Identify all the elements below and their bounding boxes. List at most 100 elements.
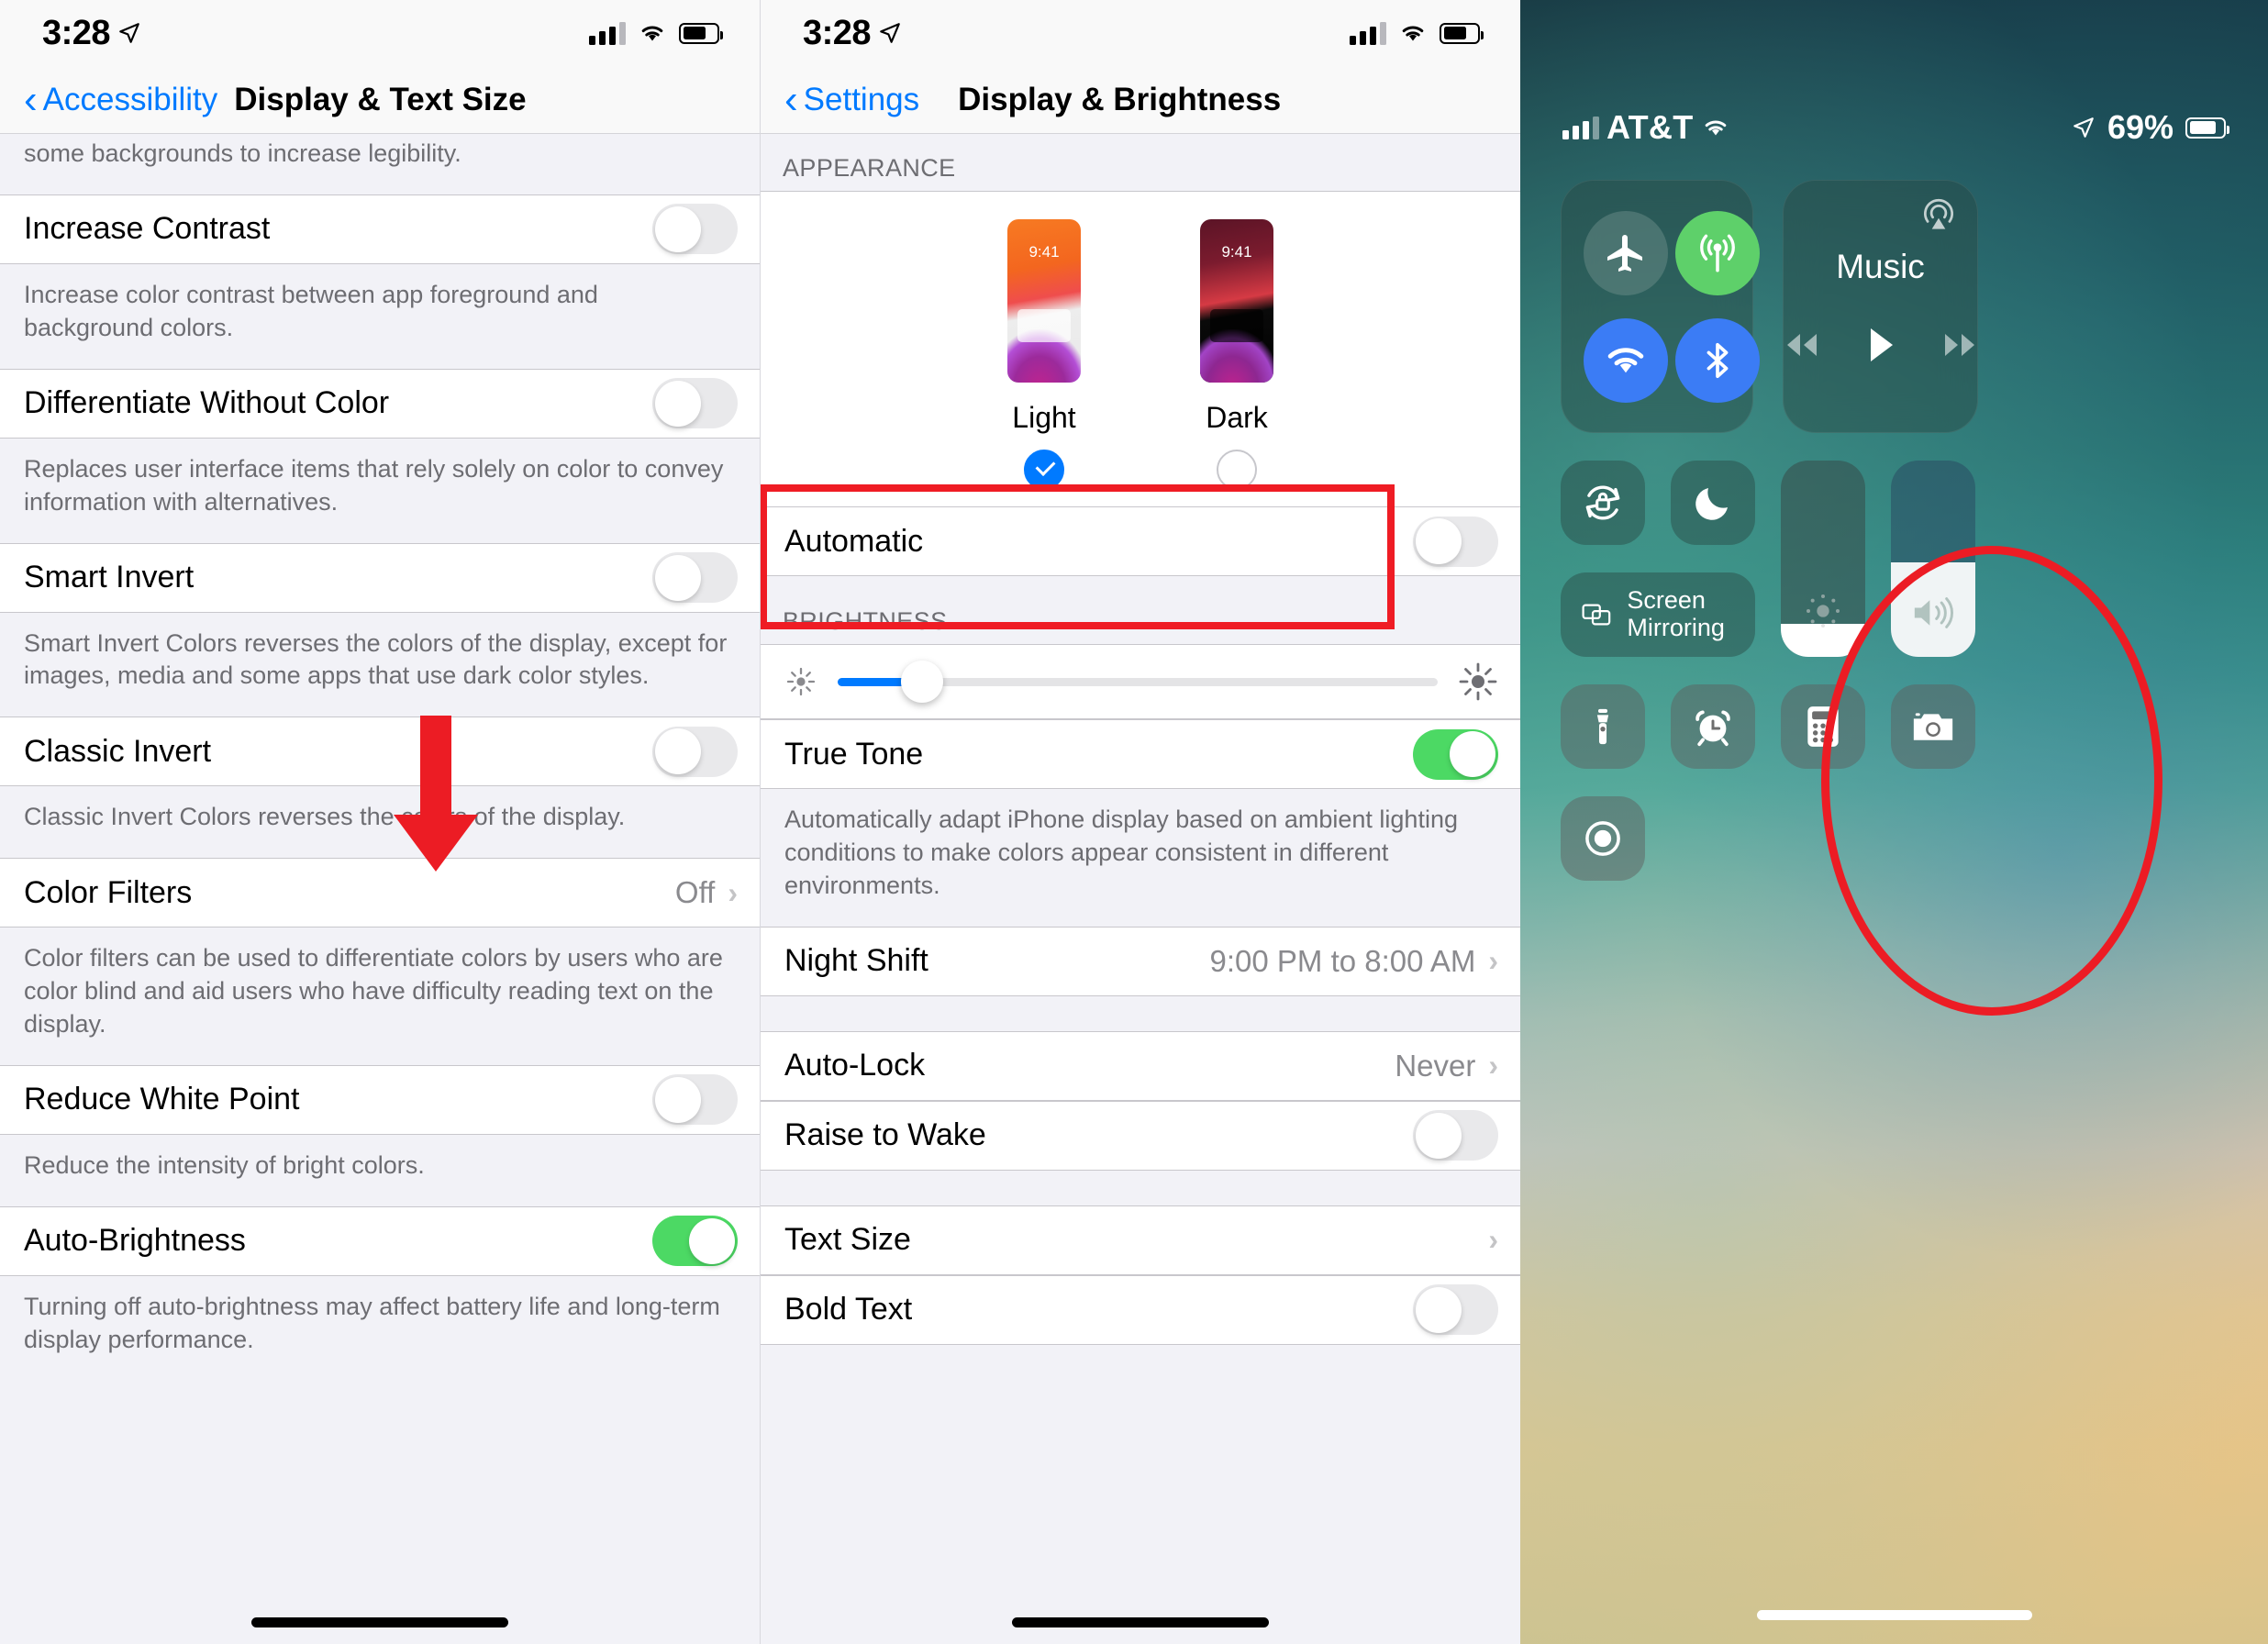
battery-icon: [679, 22, 723, 44]
auto-brightness-toggle[interactable]: [652, 1216, 738, 1267]
camera-button[interactable]: [1891, 684, 1975, 769]
display-brightness-screen: 3:28 ‹ Settings Display & Brightness APP…: [760, 0, 1520, 1644]
flashlight-button[interactable]: [1561, 684, 1645, 769]
row-text-size[interactable]: Text Size ›: [761, 1205, 1520, 1275]
back-label: Accessibility: [42, 81, 218, 117]
status-bar-mid: 3:28: [761, 0, 1520, 66]
screen-mirroring-button[interactable]: Screen Mirroring: [1561, 572, 1755, 657]
rotation-lock-button[interactable]: [1561, 461, 1645, 545]
row-raise-to-wake[interactable]: Raise to Wake: [761, 1100, 1520, 1171]
rewind-icon[interactable]: [1778, 329, 1826, 361]
reduce-white-point-toggle[interactable]: [652, 1074, 738, 1126]
row-color-filters[interactable]: Color Filters Off ›: [0, 858, 760, 928]
bold-text-toggle[interactable]: [1413, 1284, 1498, 1336]
row-smart-invert[interactable]: Smart Invert: [0, 542, 760, 613]
row-label: Auto-Brightness: [24, 1223, 246, 1259]
dark-wallpaper-preview: 9:41: [1200, 219, 1273, 383]
fast-forward-icon[interactable]: [1936, 329, 1984, 361]
row-label: True Tone: [784, 736, 924, 772]
wifi-icon: [1705, 120, 1726, 136]
wifi-icon: [1607, 347, 1644, 372]
volume-slider[interactable]: [1891, 461, 1975, 657]
increase-contrast-toggle[interactable]: [652, 204, 738, 255]
brightness-section-header: BRIGHTNESS: [783, 607, 948, 635]
appearance-options: 9:41 Light 9:41 Dark: [761, 191, 1520, 506]
brightness-slider[interactable]: [1781, 461, 1865, 657]
cellular-data-icon: [1700, 234, 1735, 272]
connectivity-module: [1561, 180, 1760, 433]
row-bold-text[interactable]: Bold Text: [761, 1274, 1520, 1345]
brightness-high-icon: [1459, 662, 1497, 701]
do-not-disturb-button[interactable]: [1671, 461, 1755, 545]
record-icon: [1585, 821, 1620, 856]
row-label: Reduce White Point: [24, 1082, 300, 1117]
appearance-option-light[interactable]: 9:41 Light: [1007, 219, 1081, 490]
home-indicator: [1012, 1617, 1269, 1627]
footnote-smart-invert: Smart Invert Colors reverses the colors …: [24, 628, 728, 690]
brightness-low-icon: [786, 667, 816, 696]
screen-record-button[interactable]: [1561, 796, 1645, 881]
differentiate-without-color-toggle[interactable]: [652, 378, 738, 429]
footnote-auto-brightness: Turning off auto-brightness may affect b…: [24, 1292, 720, 1353]
row-classic-invert[interactable]: Classic Invert: [0, 716, 760, 787]
row-night-shift[interactable]: Night Shift 9:00 PM to 8:00 AM ›: [761, 926, 1520, 996]
light-radio[interactable]: [1024, 450, 1064, 490]
row-label: Auto-Lock: [784, 1048, 926, 1083]
row-auto-lock[interactable]: Auto-Lock Never ›: [761, 1030, 1520, 1101]
dark-radio[interactable]: [1217, 450, 1257, 490]
alarm-clock-icon: [1695, 710, 1730, 747]
automatic-appearance-toggle[interactable]: [1413, 516, 1498, 567]
true-tone-toggle[interactable]: [1413, 728, 1498, 780]
footnote-increase-contrast: Increase color contrast between app fore…: [24, 280, 598, 341]
airplane-icon: [1607, 234, 1642, 272]
status-bar-control-center: AT&T 69%: [1520, 108, 2268, 147]
section-gap-2: [761, 1171, 1520, 1205]
appearance-option-dark[interactable]: 9:41 Dark: [1200, 219, 1273, 490]
back-to-settings-button[interactable]: ‹ Settings: [784, 76, 919, 122]
row-differentiate-without-color[interactable]: Differentiate Without Color: [0, 368, 760, 439]
smart-invert-toggle[interactable]: [652, 552, 738, 604]
brightness-track[interactable]: [838, 661, 1438, 703]
screen-mirroring-label: Screen Mirroring: [1627, 586, 1725, 641]
wifi-icon: [641, 26, 663, 41]
airplay-audio-icon[interactable]: [1918, 195, 1959, 236]
moon-icon: [1695, 488, 1728, 520]
settings-list-mid[interactable]: APPEARANCE 9:41 Light 9:41 Dark Automati…: [761, 134, 1520, 1644]
timer-button[interactable]: [1671, 684, 1755, 769]
music-module[interactable]: Music: [1783, 180, 1978, 433]
classic-invert-toggle[interactable]: [652, 726, 738, 777]
row-label: Differentiate Without Color: [24, 385, 390, 421]
carrier-name: AT&T: [1606, 108, 1694, 146]
airplane-mode-button[interactable]: [1584, 210, 1668, 295]
home-indicator: [251, 1617, 508, 1627]
back-to-accessibility-button[interactable]: ‹ Accessibility: [24, 79, 218, 120]
bluetooth-button[interactable]: [1675, 317, 1760, 403]
light-wallpaper-preview: 9:41: [1007, 219, 1081, 383]
cellular-data-button[interactable]: [1675, 210, 1760, 295]
row-automatic[interactable]: Automatic: [761, 506, 1520, 576]
row-true-tone[interactable]: True Tone: [761, 719, 1520, 789]
chevron-left-icon: ‹: [784, 76, 798, 122]
brightness-thumb[interactable]: [900, 661, 943, 703]
wifi-button[interactable]: [1584, 317, 1668, 403]
partial-footnote: some backgrounds to increase legibility.: [24, 139, 461, 167]
row-label: Raise to Wake: [784, 1117, 986, 1153]
music-title: Music: [1836, 248, 1925, 285]
chevron-right-icon: ›: [1488, 1223, 1498, 1257]
brightness-slider-row[interactable]: [761, 644, 1520, 719]
row-reduce-white-point[interactable]: Reduce White Point: [0, 1064, 760, 1135]
footnote-classic-invert: Classic Invert Colors reverses the color…: [24, 803, 626, 831]
play-icon[interactable]: [1862, 325, 1899, 365]
settings-list-left[interactable]: some backgrounds to increase legibility.…: [0, 134, 760, 1644]
row-label: Text Size: [784, 1222, 911, 1258]
home-indicator: [1756, 1610, 2032, 1620]
calculator-button[interactable]: [1781, 684, 1865, 769]
footnote-color-filters: Color filters can be used to differentia…: [24, 944, 723, 1039]
status-time: 3:28: [803, 13, 872, 52]
wifi-icon: [1402, 26, 1424, 41]
row-increase-contrast[interactable]: Increase Contrast: [0, 194, 760, 264]
row-auto-brightness[interactable]: Auto-Brightness: [0, 1205, 760, 1276]
flashlight-icon: [1596, 708, 1609, 745]
raise-to-wake-toggle[interactable]: [1413, 1110, 1498, 1161]
